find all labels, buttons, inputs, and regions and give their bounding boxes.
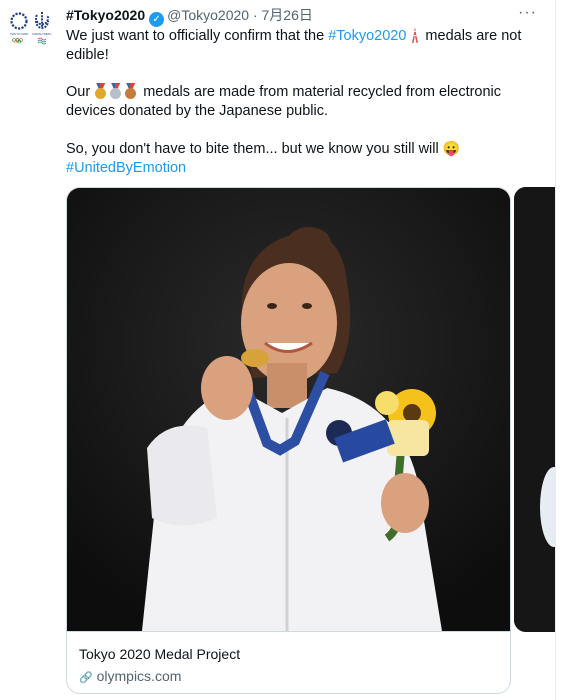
link-icon: 🔗	[79, 672, 93, 684]
timestamp[interactable]: 7月26日	[262, 7, 313, 23]
text-segment: We just want to officially confirm that …	[66, 28, 329, 44]
next-carousel-card[interactable]	[514, 187, 555, 632]
hashtag-tokyo2020[interactable]: #Tokyo2020	[328, 28, 406, 44]
tweet-paragraph-3: So, you don't have to bite them... but w…	[66, 139, 536, 178]
hashtag-unitedbyemotion[interactable]: #UnitedByEmotion	[66, 160, 186, 176]
silver-medal-icon	[109, 83, 122, 99]
athlete-photo[interactable]	[67, 188, 510, 631]
svg-text:TOKYO 2020: TOKYO 2020	[10, 32, 28, 36]
tweet-paragraph-2: Our medals are made from material recycl…	[66, 83, 536, 121]
tweet-header: #Tokyo2020 ✓ @Tokyo2020 · 7月26日	[66, 6, 313, 27]
tweet[interactable]: TOKYO 2020 PARALYMPIC #Tokyo2020 ✓ @Tokyo2…	[0, 0, 556, 700]
card-domain[interactable]: 🔗 olympics.com	[79, 668, 181, 684]
verified-badge-icon: ✓	[149, 12, 165, 27]
avatar[interactable]: TOKYO 2020 PARALYMPIC	[8, 8, 52, 48]
author-name[interactable]: #Tokyo2020	[66, 7, 145, 23]
paralympic-emblem-icon: PARALYMPIC	[33, 12, 52, 45]
svg-text:PARALYMPIC: PARALYMPIC	[33, 32, 52, 36]
text-segment: So, you don't have to bite them... but w…	[66, 141, 443, 157]
link-card[interactable]: Tokyo 2020 Medal Project 🔗 olympics.com	[66, 187, 511, 694]
tweet-text: We just want to officially confirm that …	[66, 27, 536, 178]
bronze-medal-icon	[124, 83, 137, 99]
tweet-paragraph-1: We just want to officially confirm that …	[66, 27, 536, 65]
card-title[interactable]: Tokyo 2020 Medal Project	[79, 646, 240, 662]
separator: ·	[252, 7, 258, 23]
text-segment: Our	[66, 84, 95, 100]
olympic-emblem-icon: TOKYO 2020	[10, 12, 28, 44]
author-handle[interactable]: @Tokyo2020	[167, 7, 249, 23]
tongue-emoji-icon: 😛	[442, 140, 461, 156]
tokyo-tower-icon	[412, 27, 419, 43]
more-options-icon[interactable]: ···	[518, 4, 537, 22]
gold-medal-icon	[94, 83, 107, 99]
card-domain-text: olympics.com	[96, 668, 182, 684]
card-meta[interactable]: Tokyo 2020 Medal Project 🔗 olympics.com	[67, 631, 510, 693]
